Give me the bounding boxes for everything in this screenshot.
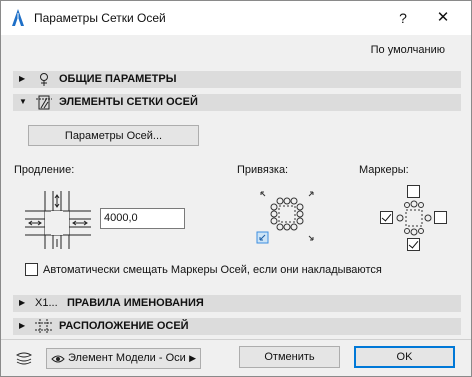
marker-preview-icon — [396, 200, 432, 236]
window-title: Параметры Сетки Осей — [34, 11, 166, 25]
auto-offset-label: Автоматически смещать Маркеры Осей, если… — [43, 264, 382, 276]
anchor-selector[interactable] — [256, 187, 318, 245]
help-button[interactable]: ? — [394, 8, 412, 28]
marker-top-checkbox[interactable] — [407, 185, 420, 198]
anchor-label: Привязка: — [237, 164, 289, 176]
markers-selector — [379, 183, 449, 253]
default-settings-label: По умолчанию — [370, 44, 445, 56]
section-layout-label: РАСПОЛОЖЕНИЕ ОСЕЙ — [59, 320, 189, 332]
grid-layout-icon — [35, 319, 53, 334]
ok-button[interactable]: OK — [354, 346, 455, 368]
expand-arrow-icon: ▶ — [19, 298, 26, 307]
caret-right-icon: ▶ — [189, 353, 196, 363]
extension-label: Продление: — [14, 164, 75, 176]
footer-bar: Элемент Модели - Оси ▶ Отменить OK — [1, 339, 471, 376]
marker-left-checkbox[interactable] — [380, 211, 393, 224]
close-button[interactable]: ✕ — [434, 8, 452, 28]
marker-bottom-checkbox[interactable] — [407, 238, 420, 251]
axis-parameters-button[interactable]: Параметры Осей... — [28, 125, 199, 146]
auto-offset-checkbox[interactable] — [25, 263, 38, 276]
section-naming-label: ПРАВИЛА ИМЕНОВАНИЯ — [67, 297, 204, 309]
markers-label: Маркеры: — [359, 164, 409, 176]
section-naming-rules[interactable]: ▶ X1... ПРАВИЛА ИМЕНОВАНИЯ — [13, 295, 461, 312]
expand-arrow-icon: ▶ — [19, 74, 26, 83]
pin-icon — [40, 73, 48, 86]
layer-dropdown[interactable]: Элемент Модели - Оси ▶ — [46, 348, 201, 369]
section-grid-elements[interactable]: ▼ ЭЛЕМЕНТЫ СЕТКИ ОСЕЙ — [13, 94, 461, 111]
extension-diagram-icon — [25, 191, 91, 249]
layer-dropdown-value: Элемент Модели - Оси — [68, 352, 186, 364]
section-grid-layout[interactable]: ▶ РАСПОЛОЖЕНИЕ ОСЕЙ — [13, 318, 461, 335]
section-grid-elements-label: ЭЛЕМЕНТЫ СЕТКИ ОСЕЙ — [59, 96, 198, 108]
naming-icon: X1... — [35, 297, 58, 309]
archicad-app-icon — [12, 9, 24, 26]
title-bar: Параметры Сетки Осей ? ✕ — [1, 1, 471, 35]
section-general-parameters[interactable]: ▶ ОБЩИЕ ПАРАМЕТРЫ — [13, 71, 461, 88]
eye-icon — [51, 355, 65, 363]
grid-settings-dialog: Параметры Сетки Осей ? ✕ По умолчанию ▶ … — [0, 0, 472, 377]
extension-value-input[interactable]: 4000,0 — [100, 208, 185, 229]
section-general-label: ОБЩИЕ ПАРАМЕТРЫ — [59, 73, 177, 85]
layers-icon — [15, 352, 33, 365]
grid-element-icon — [36, 95, 52, 110]
expand-arrow-icon: ▶ — [19, 321, 26, 330]
collapse-arrow-icon: ▼ — [19, 97, 27, 106]
marker-right-checkbox[interactable] — [434, 211, 447, 224]
cancel-button[interactable]: Отменить — [239, 346, 340, 368]
